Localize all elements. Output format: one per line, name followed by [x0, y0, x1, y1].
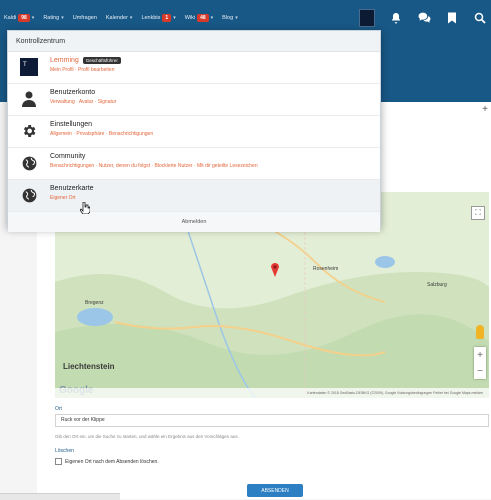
menu-item-sublinks[interactable]: Verwaltung · Avatar · Signatur	[50, 99, 380, 105]
submit-button[interactable]: ABSENDEN	[247, 484, 303, 497]
menu-item-sublinks[interactable]: Mein Profil · Profil bearbeiten	[50, 67, 380, 73]
nav-label: Kaldi	[4, 15, 17, 21]
chevron-down-icon: ▾	[173, 15, 176, 21]
user-avatar[interactable]	[359, 9, 375, 27]
svg-text:T: T	[23, 62, 27, 68]
menu-item-title: Community	[50, 153, 86, 160]
user-title-badge: Geschäftsführer	[82, 57, 121, 64]
zoom-in-icon[interactable]: +	[477, 350, 483, 361]
menu-item-sublinks[interactable]: Allgemein · Privatsphäre · Benachrichtig…	[50, 131, 380, 137]
menu-item-title-row: Lemming Geschäftsführer	[50, 57, 380, 64]
nav-item-kalender[interactable]: Kalender ▾	[106, 15, 133, 21]
menu-item-community[interactable]: Community Benachrichtigungen · Nutzer, d…	[8, 148, 380, 180]
chevron-down-icon: ▾	[61, 15, 64, 21]
map-attribution: Kartendaten © 2018 GeoBasis-DE/BKG (©200…	[55, 388, 489, 398]
menu-item-title: Einstellungen	[50, 121, 93, 128]
zoom-control[interactable]: + −	[474, 347, 486, 379]
ort-input[interactable]: Ruck vor der Klippe	[55, 414, 489, 427]
hand-cursor-icon	[80, 202, 90, 214]
nav-item-wiki[interactable]: Wiki 48 ▾	[185, 14, 213, 22]
map-label-liechtenstein: Liechtenstein	[63, 362, 115, 371]
menu-item-title: Benutzerkarte	[50, 185, 94, 192]
nav-item-rating[interactable]: Rating ▾	[43, 15, 63, 21]
notification-badge: 98	[18, 14, 30, 22]
notification-badge: 48	[197, 14, 209, 22]
bell-icon[interactable]	[389, 11, 403, 25]
chat-icon[interactable]	[417, 11, 431, 25]
ort-hint: Gib den Ort ein, um die Suche zu starten…	[55, 434, 239, 439]
nav-label: Rating	[43, 15, 60, 21]
globe-icon	[20, 186, 38, 204]
nav-item-kaldi[interactable]: Kaldi 98 ▾	[4, 14, 34, 22]
menu-item-benutzerkarte[interactable]: Benutzerkarte Eigener Ort	[8, 180, 380, 212]
bookmark-icon[interactable]	[445, 11, 459, 25]
notification-badge: 1	[162, 14, 172, 22]
ort-label: Ort	[55, 406, 62, 412]
map-label-bregenz: Bregenz	[85, 300, 104, 306]
nav-label: Lenkbis	[141, 15, 161, 21]
logout-button[interactable]: Abmelden	[8, 212, 380, 232]
plus-icon[interactable]: +	[482, 104, 488, 115]
chevron-down-icon: ▾	[129, 15, 133, 21]
zoom-out-icon[interactable]: −	[477, 366, 483, 377]
map-label-salzburg: Salzburg	[427, 282, 447, 288]
dropdown-header: Kontrollzentrum	[8, 31, 380, 52]
loeschen-label: Löschen	[55, 448, 74, 454]
nav-label: Umfragen	[72, 15, 97, 21]
profile-name[interactable]: Lemming	[50, 57, 79, 64]
delete-location-option[interactable]: Eigenen Ort nach dem Absenden löschen.	[55, 458, 159, 465]
search-icon[interactable]	[473, 11, 487, 25]
nav-label: Kalender	[105, 15, 128, 21]
checkbox-label: Eigenen Ort nach dem Absenden löschen.	[65, 458, 159, 465]
user-avatar: T	[20, 58, 38, 76]
chevron-down-icon: ▾	[235, 15, 238, 21]
nav-item-lenkbis[interactable]: Lenkbis 1 ▾	[141, 14, 176, 22]
gear-icon	[20, 122, 38, 140]
control-center-dropdown: Kontrollzentrum T Lemming Geschäftsführe…	[7, 30, 381, 232]
fullscreen-icon[interactable]: ⛶	[471, 206, 485, 220]
nav-label: Wiki	[184, 15, 196, 21]
nav-item-blog[interactable]: Blog ▾	[222, 15, 238, 21]
menu-item-title: Benutzerkonto	[50, 89, 96, 96]
menu-item-sublinks[interactable]: Benachrichtigungen · Nutzer, denen du fo…	[50, 163, 380, 169]
map-label-rosenheim: Rosenheim	[313, 266, 339, 272]
menu-item-benutzerkonto[interactable]: Benutzerkonto Verwaltung · Avatar · Sign…	[8, 84, 380, 116]
nav-item-umfragen[interactable]: Umfragen	[73, 15, 97, 21]
nav-label: Blog	[222, 15, 234, 21]
globe-icon	[20, 154, 38, 172]
pegman-icon[interactable]	[476, 325, 484, 339]
person-icon	[20, 90, 38, 108]
chevron-down-icon: ▾	[210, 15, 214, 21]
checkbox[interactable]	[55, 458, 62, 465]
eigener-ort-link[interactable]: Eigener Ort	[50, 195, 380, 201]
menu-item-einstellungen[interactable]: Einstellungen Allgemein · Privatsphäre ·…	[8, 116, 380, 148]
menu-item-profile[interactable]: T Lemming Geschäftsführer Mein Profil · …	[8, 52, 380, 84]
chevron-down-icon: ▾	[31, 15, 35, 21]
